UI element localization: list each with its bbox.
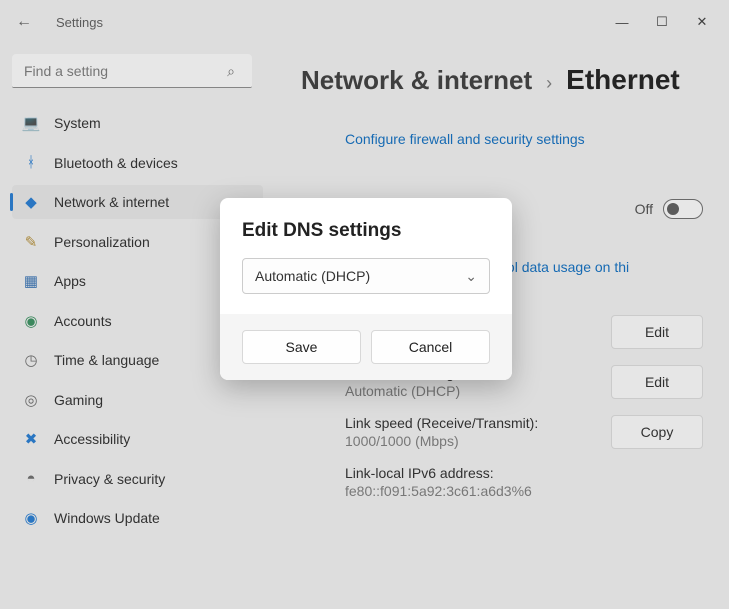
save-button[interactable]: Save [242, 330, 361, 364]
dns-mode-select[interactable]: Automatic (DHCP) ⌄ [242, 258, 490, 294]
edit-dns-dialog: Edit DNS settings Automatic (DHCP) ⌄ Sav… [220, 198, 512, 380]
chevron-down-icon: ⌄ [465, 268, 477, 285]
cancel-button[interactable]: Cancel [371, 330, 490, 364]
select-value: Automatic (DHCP) [255, 268, 370, 284]
dialog-title: Edit DNS settings [242, 220, 490, 242]
